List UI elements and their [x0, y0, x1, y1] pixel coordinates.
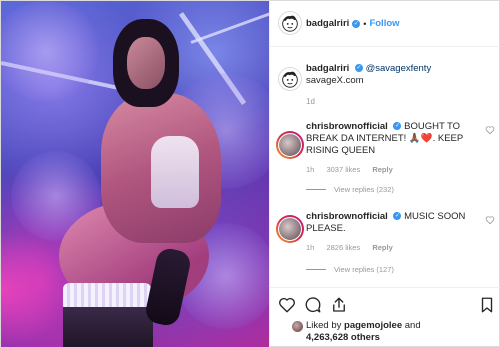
separator-dot: • — [363, 18, 367, 29]
comment-like-heart-icon[interactable] — [485, 125, 495, 135]
liked-by-connector: and — [404, 320, 421, 331]
share-icon[interactable] — [330, 296, 348, 314]
commenter-avatar[interactable] — [276, 131, 304, 159]
comment-username[interactable]: chrisbrownofficial — [306, 211, 388, 222]
verified-badge-icon: ✓ — [393, 122, 402, 131]
light-beam — [190, 10, 269, 44]
liked-by-prefix: Liked by — [306, 320, 342, 331]
figure-stocking — [63, 307, 153, 347]
foliage — [1, 1, 101, 101]
verified-badge-icon: ✓ — [352, 19, 361, 28]
comment-timestamp[interactable]: 1h — [306, 243, 314, 252]
cartoon-avatar-icon — [282, 15, 298, 32]
comment: chrisbrownofficial ✓ MUSIC SOON PLEASE. — [306, 211, 490, 235]
post-header: badgalriri ✓ • Follow — [270, 1, 500, 47]
comment-meta: 1h 2826 likes Reply — [306, 243, 403, 252]
liker-avatar[interactable] — [292, 321, 303, 332]
comment-likes[interactable]: 2826 likes — [326, 243, 360, 252]
caption-avatar[interactable] — [278, 67, 302, 91]
bookmark-icon[interactable] — [478, 296, 496, 314]
follow-button[interactable]: Follow — [369, 18, 399, 29]
view-replies-button[interactable]: View replies (127) — [306, 265, 394, 274]
reply-button[interactable]: Reply — [372, 243, 392, 252]
verified-badge-icon: ✓ — [354, 64, 363, 73]
caption-text: savageX.com — [306, 75, 364, 86]
comment-meta: 1h 3037 likes Reply — [306, 165, 403, 174]
cartoon-avatar-icon — [282, 71, 298, 88]
caption-timestamp[interactable]: 1d — [306, 97, 315, 106]
view-replies-button[interactable]: View replies (232) — [306, 185, 394, 194]
author-username[interactable]: badgalriri — [306, 18, 349, 29]
reply-button[interactable]: Reply — [372, 165, 392, 174]
comment-timestamp[interactable]: 1h — [306, 165, 314, 174]
caption-mention-link[interactable]: @savagexfenty — [366, 63, 432, 74]
comment-likes[interactable]: 3037 likes — [326, 165, 360, 174]
post-actions: Liked by pagemojolee and 4,263,628 other… — [270, 287, 500, 347]
figure-top — [151, 136, 199, 208]
figure-face — [127, 37, 165, 89]
liker-username[interactable]: pagemojolee — [344, 320, 402, 331]
comment: chrisbrownofficial ✓ BOUGHT TO BREAK DA … — [306, 121, 490, 157]
likes-count[interactable]: 4,263,628 — [306, 332, 348, 343]
caption-username[interactable]: badgalriri — [306, 63, 349, 74]
likes-others[interactable]: others — [351, 332, 380, 343]
post-sidebar: badgalriri ✓ • Follow badgalriri ✓ @sava… — [269, 1, 500, 347]
author-avatar[interactable] — [278, 11, 302, 35]
post-photo[interactable] — [1, 1, 269, 347]
heart-icon[interactable] — [278, 296, 296, 314]
instagram-post: badgalriri ✓ • Follow badgalriri ✓ @sava… — [0, 0, 500, 347]
comment-like-heart-icon[interactable] — [485, 215, 495, 225]
likes-summary: Liked by pagemojolee and 4,263,628 other… — [306, 320, 496, 344]
divider-line — [306, 269, 326, 270]
commenter-avatar[interactable] — [276, 215, 304, 243]
comment-username[interactable]: chrisbrownofficial — [306, 121, 388, 132]
divider-line — [306, 189, 326, 190]
view-replies-label: View replies (127) — [334, 265, 394, 274]
comment-icon[interactable] — [304, 296, 322, 314]
post-caption: badgalriri ✓ @savagexfenty savageX.com — [306, 63, 494, 87]
view-replies-label: View replies (232) — [334, 185, 394, 194]
verified-badge-icon: ✓ — [393, 212, 402, 221]
